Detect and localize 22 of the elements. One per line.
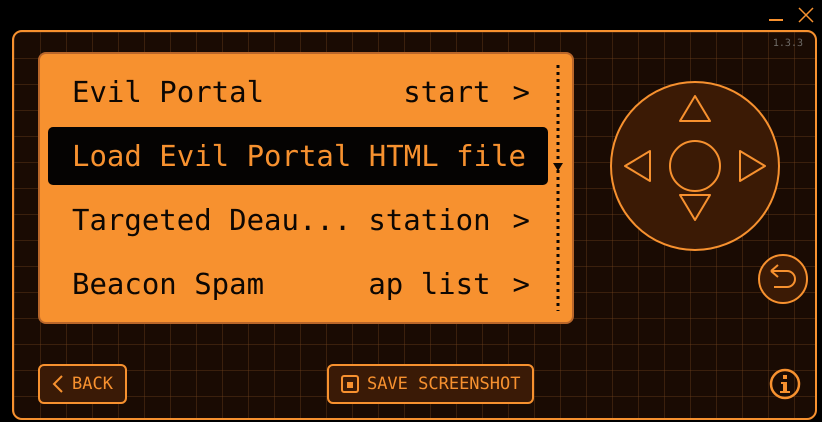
menu-item-value: ap list <box>368 267 491 301</box>
menu-item-label: Beacon Spam <box>72 267 264 301</box>
return-icon[interactable] <box>757 253 809 305</box>
chevron-text: > <box>512 75 530 109</box>
menu-item-label: Targeted Deau... <box>72 203 352 237</box>
menu-item-label: Evil Portal <box>72 75 264 109</box>
chevron-left-icon <box>52 374 64 394</box>
save-screenshot-button[interactable]: SAVE SCREENSHOT <box>326 364 534 404</box>
menu-item[interactable]: Evil Portal start > <box>48 63 548 121</box>
version-label: 1.3.3 <box>772 38 803 49</box>
menu-item[interactable]: Load Evil Portal HTML file <box>48 127 548 185</box>
back-button[interactable]: BACK <box>38 364 127 404</box>
menu-item-value: start <box>403 75 491 109</box>
menu-item[interactable]: Beacon Spam ap list > <box>48 255 548 313</box>
menu-item[interactable]: Targeted Deau... station > <box>48 191 548 249</box>
menu-item-label: Load Evil Portal HTML file <box>72 139 526 173</box>
chevron-text: > <box>512 203 530 237</box>
info-icon[interactable] <box>769 368 801 400</box>
d-pad[interactable] <box>608 80 780 252</box>
close-icon[interactable] <box>798 7 814 23</box>
menu-item-value: station <box>368 203 491 237</box>
chevron-text: > <box>512 267 530 301</box>
